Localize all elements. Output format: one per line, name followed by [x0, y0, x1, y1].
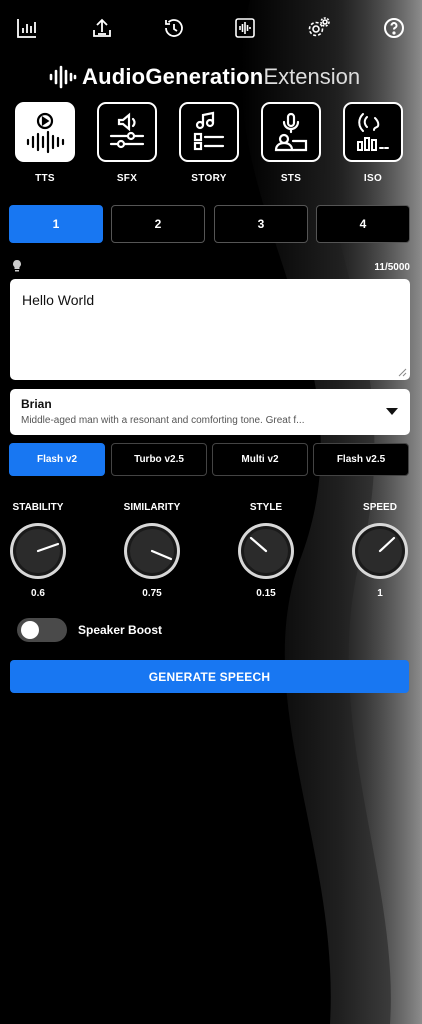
knob-dial[interactable] — [236, 521, 296, 581]
slot-tab-2[interactable]: 2 — [111, 205, 205, 243]
generate-speech-button[interactable]: GENERATE SPEECH — [10, 660, 409, 693]
model-flash-v2[interactable]: Flash v2 — [9, 443, 105, 476]
character-counter: 11/5000 — [374, 262, 410, 273]
play-wave-icon[interactable] — [15, 102, 75, 162]
speaker-boost-row: Speaker Boost — [17, 617, 162, 643]
editor-header: 11/5000 — [12, 260, 410, 274]
text-input-value: Hello World — [22, 292, 95, 308]
mode-sts[interactable]: STS — [260, 102, 322, 184]
model-flash-v2-5[interactable]: Flash v2.5 — [313, 443, 409, 476]
mode-tts[interactable]: TTS — [14, 102, 76, 184]
mode-iso[interactable]: ISO — [342, 102, 404, 184]
top-toolbar — [0, 14, 422, 42]
knob-dial[interactable] — [122, 521, 182, 581]
mode-label: STS — [280, 173, 302, 184]
sound-effects-icon[interactable] — [97, 102, 157, 162]
help-icon[interactable] — [380, 14, 408, 42]
speaker-boost-toggle[interactable] — [17, 618, 67, 642]
style-knob[interactable]: STYLE 0.15 — [226, 502, 306, 599]
settings-icon[interactable] — [305, 14, 333, 42]
toggle-knob — [21, 621, 39, 639]
slot-tabs: 1 2 3 4 — [9, 205, 410, 243]
voice-name: Brian — [21, 397, 52, 411]
speed-knob[interactable]: SPEED 1 — [340, 502, 420, 599]
model-selector: Flash v2 Turbo v2.5 Multi v2 Flash v2.5 — [9, 443, 410, 476]
lightbulb-icon[interactable] — [12, 260, 22, 278]
model-turbo-v2-5[interactable]: Turbo v2.5 — [111, 443, 207, 476]
knob-label: STYLE — [249, 502, 283, 513]
knob-value: 0.6 — [31, 588, 45, 599]
upload-icon[interactable] — [88, 14, 116, 42]
chart-icon[interactable] — [13, 14, 41, 42]
isolate-icon[interactable] — [343, 102, 403, 162]
history-icon[interactable] — [160, 14, 188, 42]
waveform-icon[interactable] — [231, 14, 259, 42]
microphone-icon[interactable] — [261, 102, 321, 162]
mode-sfx[interactable]: SFX — [96, 102, 158, 184]
knob-label: SPEED — [363, 502, 397, 513]
mode-label: STORY — [191, 173, 227, 184]
logo-title: AudioGeneration — [82, 64, 264, 89]
knob-value: 0.75 — [142, 588, 162, 599]
chevron-down-icon — [386, 408, 398, 415]
app-logo: AudioGeneration Extension — [48, 62, 360, 92]
slot-tab-4[interactable]: 4 — [316, 205, 410, 243]
slot-tab-1[interactable]: 1 — [9, 205, 103, 243]
text-input[interactable]: Hello World — [10, 279, 410, 380]
logo-suffix: Extension — [263, 64, 361, 89]
mode-story[interactable]: STORY — [178, 102, 240, 184]
mode-label: ISO — [363, 173, 383, 184]
voice-select[interactable]: Brian Middle-aged man with a resonant an… — [10, 389, 410, 435]
mode-label: SFX — [116, 173, 138, 184]
speaker-boost-label: Speaker Boost — [78, 623, 163, 637]
knob-label: STABILITY — [12, 502, 64, 513]
similarity-knob[interactable]: SIMILARITY 0.75 — [112, 502, 192, 599]
stability-knob[interactable]: STABILITY 0.6 — [0, 502, 78, 599]
knob-value: 0.15 — [256, 588, 276, 599]
mode-label: TTS — [35, 173, 55, 184]
voice-description: Middle-aged man with a resonant and comf… — [21, 415, 305, 426]
resize-handle-icon[interactable] — [397, 367, 407, 377]
knob-dial[interactable] — [8, 521, 68, 581]
knob-value: 1 — [377, 588, 383, 599]
model-multi-v2[interactable]: Multi v2 — [212, 443, 308, 476]
knob-label: SIMILARITY — [123, 502, 181, 513]
slot-tab-3[interactable]: 3 — [214, 205, 308, 243]
story-icon[interactable] — [179, 102, 239, 162]
logo-waveform-icon — [49, 65, 77, 89]
knob-dial[interactable] — [350, 521, 410, 581]
